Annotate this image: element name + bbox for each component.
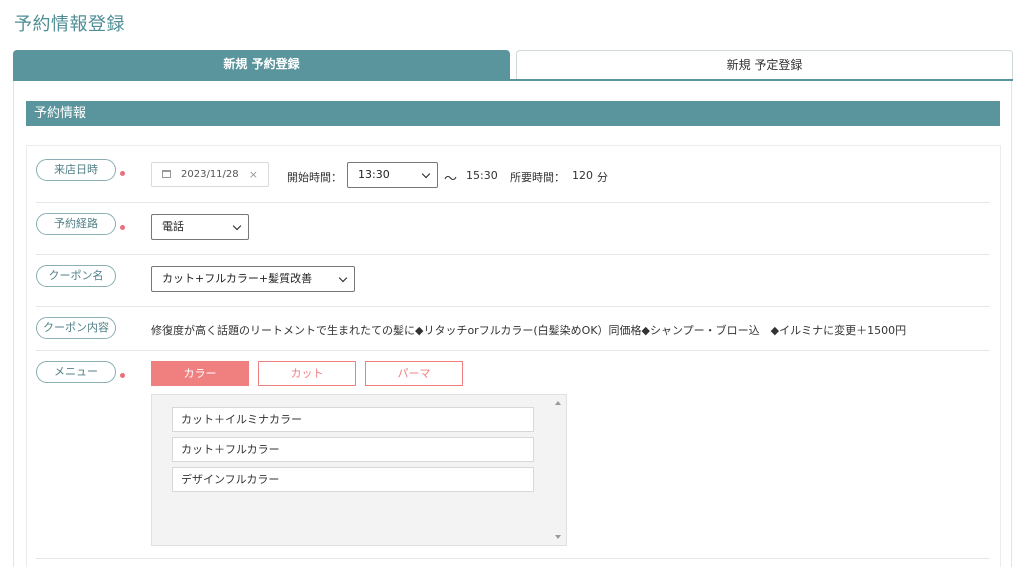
route-label: 予約経路 [36,213,116,235]
row-divider [36,202,990,203]
end-time-value: 15:30 [466,169,498,182]
start-time-value: 13:30 [358,168,390,181]
menu-tab-cut[interactable]: カット [258,361,356,386]
calendar-icon [162,170,171,178]
tab-bar: 新規 予約登録 新規 予定登録 [13,50,1013,80]
date-picker[interactable]: 2023/11/28 × [151,162,269,187]
route-select[interactable]: 電話 [151,214,249,240]
required-dot [120,373,125,378]
menu-list[interactable]: カット＋イルミナカラー カット＋フルカラー デザインフルカラー [151,394,567,546]
page-title: 予約情報登録 [14,14,125,35]
required-dot [120,171,125,176]
section-header: 予約情報 [26,101,1000,126]
coupon-name-label: クーポン名 [36,265,116,287]
row-divider [36,558,990,559]
list-item[interactable]: カット＋イルミナカラー [172,407,534,432]
clear-date-icon[interactable]: × [249,163,258,186]
coupon-content-label: クーポン内容 [36,317,116,339]
start-time-label: 開始時間： [287,171,342,184]
chevron-down-icon [232,221,242,231]
visit-datetime-label: 来店日時 [36,159,116,181]
row-divider [36,306,990,307]
duration-label: 所要時間： [510,171,565,184]
duration-value: 120 [572,169,593,182]
menu-label: メニュー [36,361,116,383]
list-item[interactable]: デザインフルカラー [172,467,534,492]
coupon-value: カット+フルカラー+髪質改善 [162,272,313,285]
date-value: 2023/11/28 [181,169,239,180]
required-dot [120,225,125,230]
route-value: 電話 [162,220,184,233]
list-item[interactable]: カット＋フルカラー [172,437,534,462]
coupon-description: 修復度が高く話題のリートメントで生まれたての髪に◆リタッチorフルカラー(白髪染… [151,324,907,337]
tab-new-schedule[interactable]: 新規 予定登録 [516,50,1013,79]
menu-tab-color[interactable]: カラー [151,361,249,386]
start-time-select[interactable]: 13:30 [347,162,438,188]
tilde-separator: 〜 [444,172,458,187]
scroll-down-icon[interactable] [555,535,561,539]
chevron-down-icon [338,273,348,283]
coupon-select[interactable]: カット+フルカラー+髪質改善 [151,266,355,292]
chevron-down-icon [421,169,431,179]
scroll-up-icon[interactable] [555,401,561,405]
row-divider [36,254,990,255]
menu-tab-perm[interactable]: パーマ [365,361,463,386]
tab-new-reservation[interactable]: 新規 予約登録 [13,50,510,79]
duration-unit: 分 [597,171,608,184]
row-divider [36,350,990,351]
